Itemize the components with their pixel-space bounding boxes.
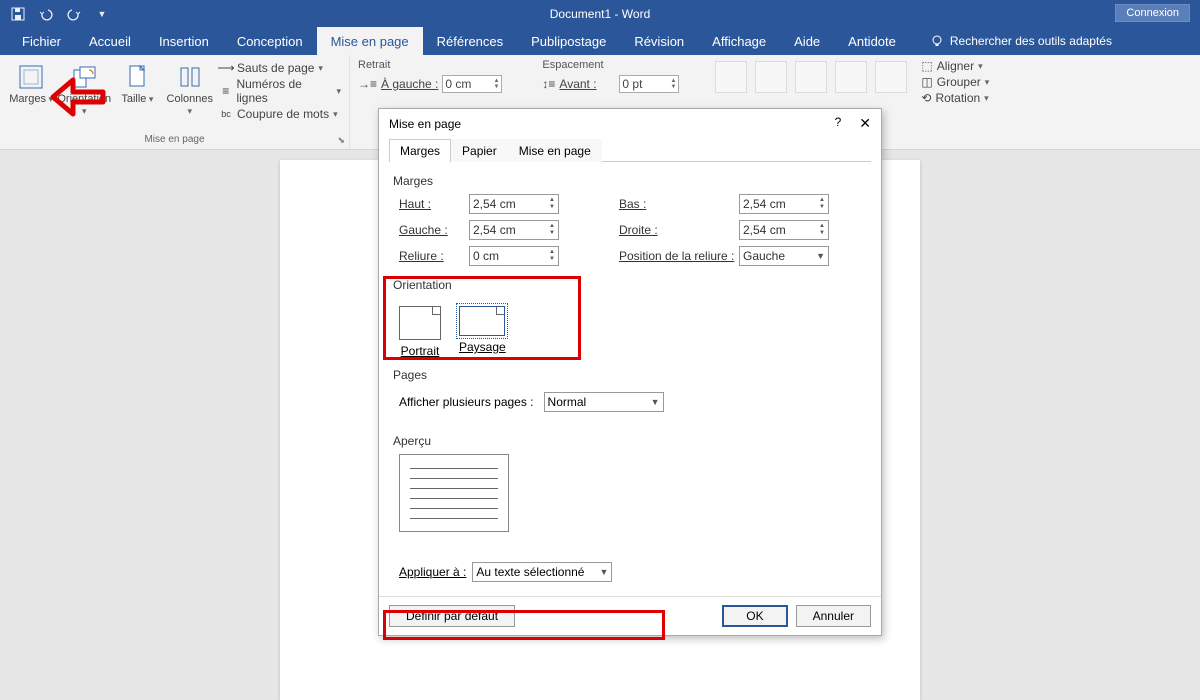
group-icon: ◫ bbox=[921, 75, 932, 89]
gauche-label: Gauche : bbox=[399, 223, 469, 237]
pos-reliure-select[interactable]: Gauche▼ bbox=[739, 246, 829, 266]
coupure-mots-button[interactable]: bcCoupure de mots bbox=[219, 107, 341, 121]
line-numbers-icon: ≡ bbox=[219, 84, 232, 98]
taille-button[interactable]: Taille bbox=[114, 59, 160, 105]
breaks-icon: ⟶ bbox=[219, 61, 233, 75]
grouper-button[interactable]: ◫Grouper bbox=[921, 75, 989, 89]
tab-accueil[interactable]: Accueil bbox=[75, 27, 145, 55]
dialog-tab-mise-en-page[interactable]: Mise en page bbox=[508, 139, 602, 162]
espacement-heading: Espacement bbox=[542, 59, 679, 71]
tab-publipostage[interactable]: Publipostage bbox=[517, 27, 620, 55]
send-backward-icon[interactable] bbox=[835, 61, 867, 93]
portrait-icon bbox=[399, 306, 441, 340]
arrange-commands: ⬚Aligner ◫Grouper ⟲Rotation bbox=[915, 55, 995, 149]
rotate-icon: ⟲ bbox=[921, 91, 931, 105]
numeros-lignes-button[interactable]: ≡Numéros de lignes bbox=[219, 77, 341, 105]
margins-icon bbox=[17, 63, 45, 91]
tab-insertion[interactable]: Insertion bbox=[145, 27, 223, 55]
tab-antidote[interactable]: Antidote bbox=[834, 27, 910, 55]
reliure-input[interactable]: 0 cm▲▼ bbox=[469, 246, 559, 266]
section-marges: Marges bbox=[393, 174, 867, 188]
group-label-page-setup: Mise en page bbox=[8, 134, 341, 147]
reliure-label: Reliure : bbox=[399, 249, 469, 263]
pos-reliure-label: Position de la reliure : bbox=[619, 249, 739, 263]
definir-defaut-button[interactable]: Définir par défaut bbox=[389, 605, 515, 627]
undo-icon[interactable] bbox=[38, 6, 54, 22]
droite-label: Droite : bbox=[619, 223, 739, 237]
tab-affichage[interactable]: Affichage bbox=[698, 27, 780, 55]
orientation-portrait-option[interactable]: Portrait bbox=[399, 306, 441, 358]
hyphenation-icon: bc bbox=[219, 107, 233, 121]
aligner-button[interactable]: ⬚Aligner bbox=[921, 59, 989, 73]
section-apercu: Aperçu bbox=[393, 434, 867, 448]
preview-thumbnail bbox=[399, 454, 509, 532]
columns-icon bbox=[176, 63, 204, 91]
position-icon[interactable] bbox=[715, 61, 747, 93]
space-before-input[interactable]: 0 pt▲▼ bbox=[619, 75, 679, 93]
droite-input[interactable]: 2,54 cm▲▼ bbox=[739, 220, 829, 240]
ok-button[interactable]: OK bbox=[722, 605, 787, 627]
ribbon-tabs: Fichier Accueil Insertion Conception Mis… bbox=[0, 27, 1200, 55]
indent-left-icon: →≡ bbox=[358, 77, 377, 91]
retrait-heading: Retrait bbox=[358, 59, 502, 71]
dialog-tab-marges[interactable]: Marges bbox=[389, 139, 451, 162]
bring-forward-icon[interactable] bbox=[795, 61, 827, 93]
dialog-tab-papier[interactable]: Papier bbox=[451, 139, 508, 162]
page-setup-dialog: Mise en page ? ✕ Marges Papier Mise en p… bbox=[378, 108, 882, 636]
tab-mise-en-page[interactable]: Mise en page bbox=[317, 27, 423, 55]
annuler-button[interactable]: Annuler bbox=[796, 605, 871, 627]
align-icon: ⬚ bbox=[921, 59, 932, 73]
appliquer-label: Appliquer à : bbox=[399, 565, 466, 579]
section-pages: Pages bbox=[393, 368, 867, 382]
section-orientation: Orientation bbox=[393, 278, 867, 292]
dialog-close-icon[interactable]: ✕ bbox=[859, 115, 871, 132]
landscape-icon bbox=[459, 306, 505, 336]
bas-label: Bas : bbox=[619, 197, 739, 211]
sauts-de-page-button[interactable]: ⟶Sauts de page bbox=[219, 61, 341, 75]
gauche-input[interactable]: 2,54 cm▲▼ bbox=[469, 220, 559, 240]
haut-label: Haut : bbox=[399, 197, 469, 211]
indent-left-label: À gauche : bbox=[381, 77, 438, 91]
dialog-title: Mise en page bbox=[389, 117, 461, 131]
lightbulb-icon bbox=[930, 34, 944, 48]
tab-references[interactable]: Références bbox=[423, 27, 517, 55]
title-bar: ▼ Document1 - Word Connexion bbox=[0, 0, 1200, 27]
afficher-pages-label: Afficher plusieurs pages : bbox=[399, 395, 534, 409]
orientation-paysage-option[interactable]: Paysage bbox=[459, 306, 506, 358]
colonnes-button[interactable]: Colonnes bbox=[167, 59, 213, 117]
appliquer-select[interactable]: Au texte sélectionné▼ bbox=[472, 562, 612, 582]
size-icon bbox=[123, 63, 151, 91]
quick-access-toolbar: ▼ bbox=[0, 6, 110, 22]
qat-customize-icon[interactable]: ▼ bbox=[94, 6, 110, 22]
page-setup-launcher-icon[interactable]: ⬊ bbox=[337, 135, 345, 146]
tab-revision[interactable]: Révision bbox=[620, 27, 698, 55]
tell-me-label: Rechercher des outils adaptés bbox=[950, 34, 1112, 48]
window-title: Document1 - Word bbox=[550, 7, 650, 21]
save-icon[interactable] bbox=[10, 6, 26, 22]
space-before-icon: ↕≡ bbox=[542, 77, 555, 91]
login-button[interactable]: Connexion bbox=[1115, 4, 1190, 22]
indent-left-input[interactable]: 0 cm▲▼ bbox=[442, 75, 502, 93]
annotation-arrow-icon bbox=[48, 72, 108, 122]
afficher-pages-select[interactable]: Normal▼ bbox=[544, 392, 664, 412]
rotation-button[interactable]: ⟲Rotation bbox=[921, 91, 989, 105]
tab-fichier[interactable]: Fichier bbox=[8, 27, 75, 55]
selection-pane-icon[interactable] bbox=[875, 61, 907, 93]
bas-input[interactable]: 2,54 cm▲▼ bbox=[739, 194, 829, 214]
tab-conception[interactable]: Conception bbox=[223, 27, 317, 55]
space-before-label: Avant : bbox=[559, 77, 615, 91]
tell-me-search[interactable]: Rechercher des outils adaptés bbox=[930, 27, 1112, 55]
redo-icon[interactable] bbox=[66, 6, 82, 22]
dialog-help-icon[interactable]: ? bbox=[835, 115, 842, 132]
haut-input[interactable]: 2,54 cm▲▼ bbox=[469, 194, 559, 214]
tab-aide[interactable]: Aide bbox=[780, 27, 834, 55]
wrap-text-icon[interactable] bbox=[755, 61, 787, 93]
